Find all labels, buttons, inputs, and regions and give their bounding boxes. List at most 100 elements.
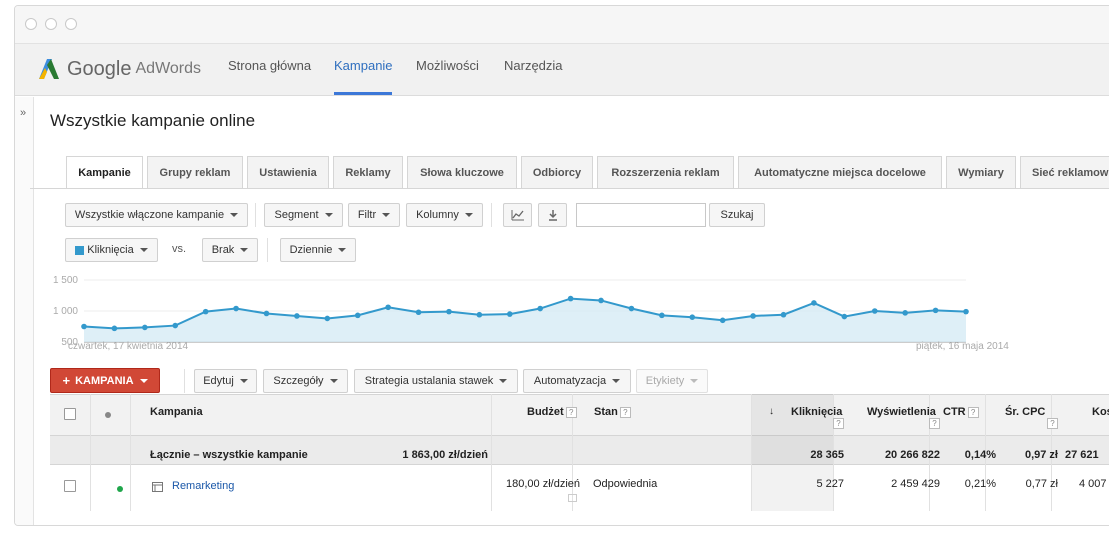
data-point[interactable] bbox=[446, 308, 452, 315]
sidebar-toggle[interactable]: » bbox=[15, 97, 34, 525]
data-point[interactable] bbox=[780, 311, 787, 318]
data-point[interactable] bbox=[111, 325, 118, 332]
total-ctr: 0,14% bbox=[964, 449, 996, 461]
header-impressions[interactable]: Wyświetlenia bbox=[867, 406, 936, 418]
edit-dropdown[interactable]: Edytuj bbox=[194, 369, 257, 393]
status-enabled-dot-icon[interactable] bbox=[117, 486, 123, 492]
tab-campaigns[interactable]: Kampanie bbox=[66, 156, 143, 189]
nav-opportunities[interactable]: Możliwości bbox=[416, 58, 479, 73]
data-point[interactable] bbox=[659, 312, 665, 319]
data-point[interactable] bbox=[202, 308, 209, 315]
help-icon[interactable]: ? bbox=[619, 406, 631, 418]
total-cpc: 0,97 zł bbox=[1024, 449, 1058, 461]
data-point[interactable] bbox=[324, 315, 331, 322]
data-point[interactable] bbox=[233, 305, 239, 312]
header-budget-label: Budżet bbox=[527, 406, 564, 418]
tab-audiences[interactable]: Odbiorcy bbox=[521, 156, 593, 188]
campaign-link[interactable]: Remarketing bbox=[172, 480, 234, 492]
chevron-down-icon bbox=[240, 248, 249, 252]
tab-keywords[interactable]: Słowa kluczowe bbox=[407, 156, 517, 188]
metric2-dropdown[interactable]: Brak bbox=[202, 238, 258, 262]
help-icon[interactable]: ? bbox=[929, 418, 940, 429]
total-impressions: 20 266 822 bbox=[884, 449, 940, 461]
select-all-checkbox[interactable] bbox=[64, 408, 76, 420]
search-input[interactable] bbox=[576, 203, 706, 227]
header-clicks[interactable]: Kliknięcia bbox=[791, 406, 842, 418]
data-point[interactable] bbox=[750, 313, 756, 319]
header-budget[interactable]: Budżet? bbox=[527, 406, 577, 418]
data-point[interactable] bbox=[719, 317, 726, 324]
data-point[interactable] bbox=[871, 308, 878, 314]
search-button[interactable]: Szukaj bbox=[709, 203, 765, 227]
header-campaign[interactable]: Kampania bbox=[150, 406, 203, 418]
total-clicks: 28 365 bbox=[810, 449, 844, 461]
labels-dropdown[interactable]: Etykiety bbox=[636, 369, 708, 393]
close-window-button[interactable] bbox=[25, 18, 37, 30]
header-status[interactable]: Stan? bbox=[594, 406, 631, 418]
download-button[interactable] bbox=[538, 203, 567, 227]
data-point[interactable] bbox=[689, 314, 696, 320]
data-point[interactable] bbox=[567, 295, 574, 302]
chart-start-date: czwartek, 17 kwietnia 2014 bbox=[68, 341, 189, 352]
header-cost[interactable]: Kos bbox=[1092, 406, 1109, 418]
data-point[interactable] bbox=[294, 313, 300, 319]
series-color-swatch bbox=[75, 245, 85, 255]
metric2-label: Brak bbox=[211, 244, 235, 256]
tab-auto-placements[interactable]: Automatyczne miejsca docelowe bbox=[738, 156, 942, 188]
automation-dropdown[interactable]: Automatyzacja bbox=[523, 369, 631, 393]
help-icon[interactable]: ? bbox=[1047, 418, 1058, 429]
tab-settings[interactable]: Ustawienia bbox=[247, 156, 329, 188]
header-ctr[interactable]: CTR? bbox=[943, 406, 979, 418]
data-point[interactable] bbox=[902, 310, 908, 316]
help-icon[interactable]: ? bbox=[833, 418, 844, 429]
data-point[interactable] bbox=[963, 308, 969, 315]
tab-ad-extensions[interactable]: Rozszerzenia reklam bbox=[597, 156, 734, 188]
column-divider bbox=[130, 394, 131, 511]
data-point[interactable] bbox=[841, 313, 848, 320]
minimize-window-button[interactable] bbox=[45, 18, 57, 30]
data-point[interactable] bbox=[537, 305, 544, 312]
help-icon[interactable]: ? bbox=[565, 406, 577, 418]
data-point[interactable] bbox=[142, 324, 148, 331]
maximize-window-button[interactable] bbox=[65, 18, 77, 30]
tab-ads[interactable]: Reklamy bbox=[333, 156, 403, 188]
data-point[interactable] bbox=[263, 310, 270, 317]
data-point[interactable] bbox=[172, 322, 179, 329]
tab-ad-groups[interactable]: Grupy reklam bbox=[147, 156, 243, 188]
edit-budget-icon[interactable] bbox=[568, 494, 577, 502]
campaign-filter-dropdown[interactable]: Wszystkie włączone kampanie bbox=[65, 203, 248, 227]
data-point[interactable] bbox=[628, 305, 635, 312]
header-cpc[interactable]: Śr. CPC bbox=[1005, 406, 1045, 418]
data-point[interactable] bbox=[598, 297, 604, 304]
nav-campaigns[interactable]: Kampanie bbox=[334, 58, 393, 73]
details-dropdown[interactable]: Szczegóły bbox=[263, 369, 348, 393]
row-status: Odpowiednia bbox=[593, 478, 658, 490]
metric1-dropdown[interactable]: Kliknięcia bbox=[65, 238, 158, 262]
tab-display-network[interactable]: Sieć reklamow bbox=[1020, 156, 1109, 188]
segment-dropdown[interactable]: Segment bbox=[264, 203, 343, 227]
columns-label: Kolumny bbox=[416, 209, 459, 221]
total-cost: 27 621 bbox=[1065, 449, 1099, 461]
tab-dimensions[interactable]: Wymiary bbox=[946, 156, 1016, 188]
toggle-chart-button[interactable] bbox=[503, 203, 532, 227]
data-point[interactable] bbox=[506, 311, 513, 317]
period-dropdown[interactable]: Dziennie bbox=[280, 238, 356, 262]
toolbar-separator bbox=[184, 369, 185, 393]
data-point[interactable] bbox=[476, 311, 483, 318]
bidding-strategy-dropdown[interactable]: Strategia ustalania stawek bbox=[354, 369, 518, 393]
data-point[interactable] bbox=[415, 309, 422, 316]
nav-tools[interactable]: Narzędzia bbox=[504, 58, 563, 73]
columns-dropdown[interactable]: Kolumny bbox=[406, 203, 483, 227]
chevron-down-icon bbox=[139, 378, 148, 383]
data-point[interactable] bbox=[81, 323, 87, 330]
help-icon[interactable]: ? bbox=[967, 406, 979, 418]
nav-home[interactable]: Strona główna bbox=[228, 58, 311, 73]
data-point[interactable] bbox=[385, 304, 391, 311]
data-point[interactable] bbox=[932, 307, 939, 314]
data-point[interactable] bbox=[811, 300, 817, 306]
row-checkbox[interactable] bbox=[64, 480, 76, 492]
filter-dropdown[interactable]: Filtr bbox=[348, 203, 400, 227]
data-point[interactable] bbox=[354, 312, 361, 319]
add-campaign-button[interactable]: + KAMPANIA bbox=[50, 368, 160, 393]
adwords-logo[interactable]: Google AdWords bbox=[37, 56, 201, 82]
